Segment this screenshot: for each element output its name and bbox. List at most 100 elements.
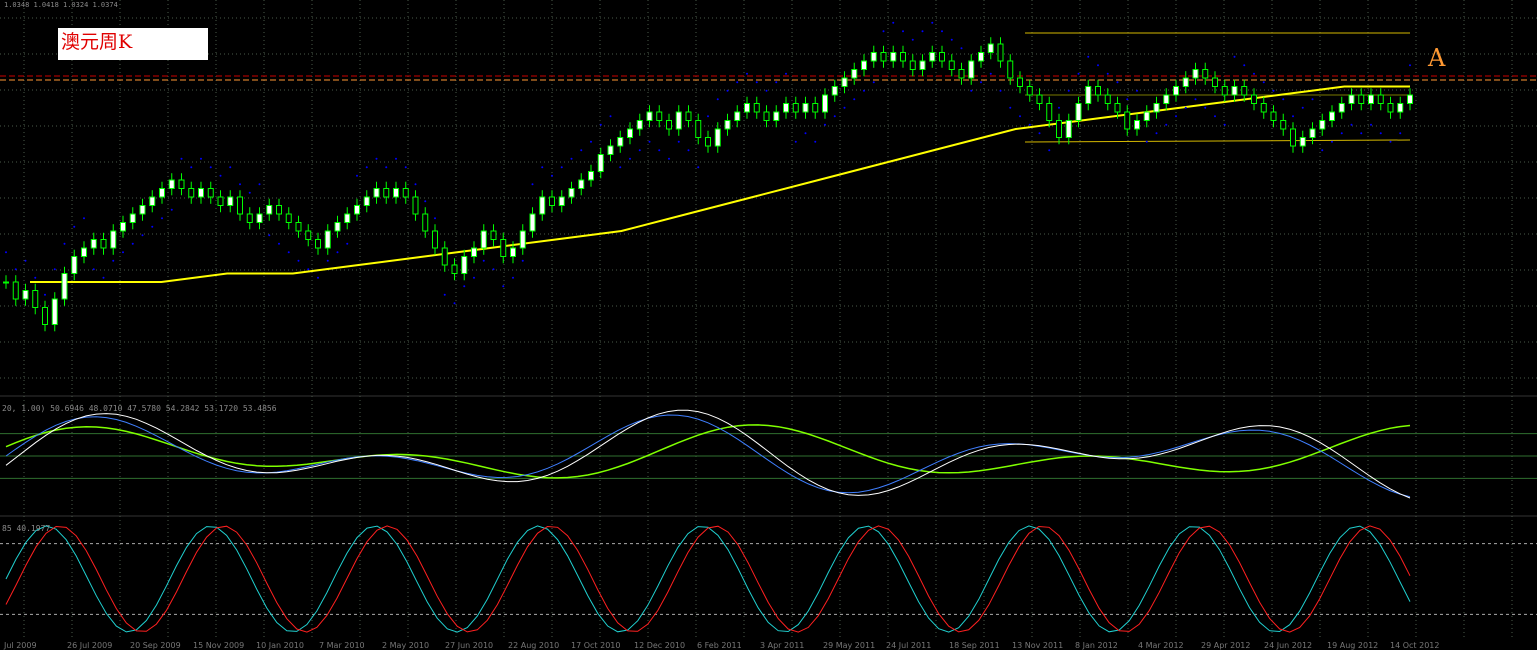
- candle-body: [656, 111, 663, 121]
- psar-dot: [453, 302, 456, 305]
- candle-body: [1231, 86, 1238, 96]
- psar-dot: [804, 132, 807, 135]
- candle-body: [324, 230, 331, 249]
- candle-body: [1299, 137, 1306, 147]
- candle-body: [1182, 77, 1189, 87]
- candle-body: [1368, 94, 1374, 104]
- psar-dot: [794, 140, 797, 143]
- x-tick-label: 6 Feb 2011: [697, 641, 742, 650]
- psar-dot: [580, 149, 583, 152]
- candle-body: [958, 69, 965, 79]
- psar-dot: [950, 38, 953, 41]
- psar-dot: [609, 115, 612, 118]
- candle-body: [939, 52, 945, 62]
- candle-body: [802, 103, 809, 113]
- indicator1-white: [5, 409, 1411, 499]
- candle-body: [549, 196, 555, 206]
- psar-dot: [1292, 115, 1294, 118]
- candle-body: [900, 52, 906, 62]
- x-tick-label: 4 Mar 2012: [1138, 641, 1184, 650]
- candle-body: [110, 230, 117, 249]
- candle-body: [929, 52, 936, 62]
- candle-body: [42, 307, 48, 325]
- psar-dot: [5, 251, 7, 254]
- indicator1-readout: 20, 1.00) 50.6946 48.0710 47.5780 54.284…: [2, 404, 277, 413]
- candle-body: [724, 120, 731, 130]
- psar-dot: [1204, 106, 1207, 109]
- psar-dot: [921, 30, 924, 33]
- candle-body: [1163, 94, 1170, 104]
- stochastic-main: [5, 525, 1411, 633]
- psar-dot: [892, 21, 895, 24]
- candle-body: [471, 247, 477, 257]
- psar-dot: [414, 183, 417, 186]
- psar-dot: [726, 89, 729, 92]
- candle-body: [3, 281, 9, 284]
- candle-body: [129, 213, 136, 223]
- candle-body: [714, 128, 721, 147]
- psar-dot: [375, 157, 378, 160]
- candle-body: [305, 230, 312, 240]
- candle-body: [568, 188, 575, 198]
- psar-dot: [219, 174, 222, 177]
- candle-body: [363, 196, 370, 206]
- candle-body: [373, 188, 380, 198]
- candle-body: [997, 43, 1004, 62]
- psar-dot: [1175, 115, 1177, 118]
- psar-dot: [1155, 132, 1158, 135]
- psar-dot: [92, 268, 95, 271]
- psar-dot: [785, 72, 787, 75]
- candle-body: [139, 205, 146, 215]
- psar-dot: [1399, 132, 1402, 135]
- stochastic-signal: [5, 525, 1411, 633]
- psar-dot: [1019, 115, 1021, 118]
- psar-dot: [1184, 106, 1187, 109]
- psar-dot: [170, 208, 173, 211]
- candle-body: [1143, 111, 1150, 121]
- psar-dot: [1350, 123, 1353, 126]
- psar-dot: [161, 217, 163, 220]
- psar-dot: [268, 234, 271, 237]
- psar-dot: [814, 140, 817, 143]
- candle-body: [1192, 69, 1199, 79]
- psar-dot: [1409, 64, 1411, 67]
- psar-dot: [443, 293, 446, 296]
- candle-body: [1387, 103, 1394, 113]
- candle-body: [1085, 86, 1092, 104]
- psar-dot: [1389, 140, 1392, 143]
- psar-dot: [346, 242, 349, 245]
- psar-dot: [34, 276, 37, 279]
- psar-dot: [1282, 98, 1285, 101]
- candle-body: [763, 111, 770, 121]
- candle-body: [812, 103, 819, 113]
- candle-body: [285, 213, 292, 223]
- candle-body: [1309, 128, 1316, 138]
- x-tick-label: 17 Oct 2010: [571, 641, 621, 650]
- candle-body: [315, 239, 321, 249]
- candle-body: [627, 128, 633, 138]
- psar-dot: [190, 166, 193, 169]
- psar-dot: [668, 157, 670, 160]
- candle-body: [500, 239, 507, 257]
- candle-body: [61, 273, 68, 300]
- candle-body: [1377, 94, 1384, 104]
- candle-body: [256, 213, 263, 223]
- x-tick-label: 18 Sep 2011: [949, 641, 1000, 650]
- psar-dot: [492, 268, 495, 271]
- candle-body: [276, 205, 282, 215]
- psar-dot: [531, 183, 534, 186]
- psar-dot: [1067, 89, 1070, 92]
- psar-dot: [1116, 81, 1119, 84]
- candle-body: [1221, 86, 1228, 96]
- candle-body: [1134, 120, 1140, 130]
- candle-body: [393, 188, 399, 198]
- candle-body: [753, 103, 760, 113]
- psar-dot: [1087, 55, 1090, 58]
- psar-dot: [1379, 132, 1382, 135]
- psar-dot: [999, 89, 1002, 92]
- psar-dot: [1058, 106, 1060, 109]
- candle-body: [1065, 120, 1072, 138]
- candle-body: [1104, 94, 1111, 104]
- candle-body: [1036, 94, 1043, 104]
- x-tick-label: 14 Oct 2012: [1390, 641, 1440, 650]
